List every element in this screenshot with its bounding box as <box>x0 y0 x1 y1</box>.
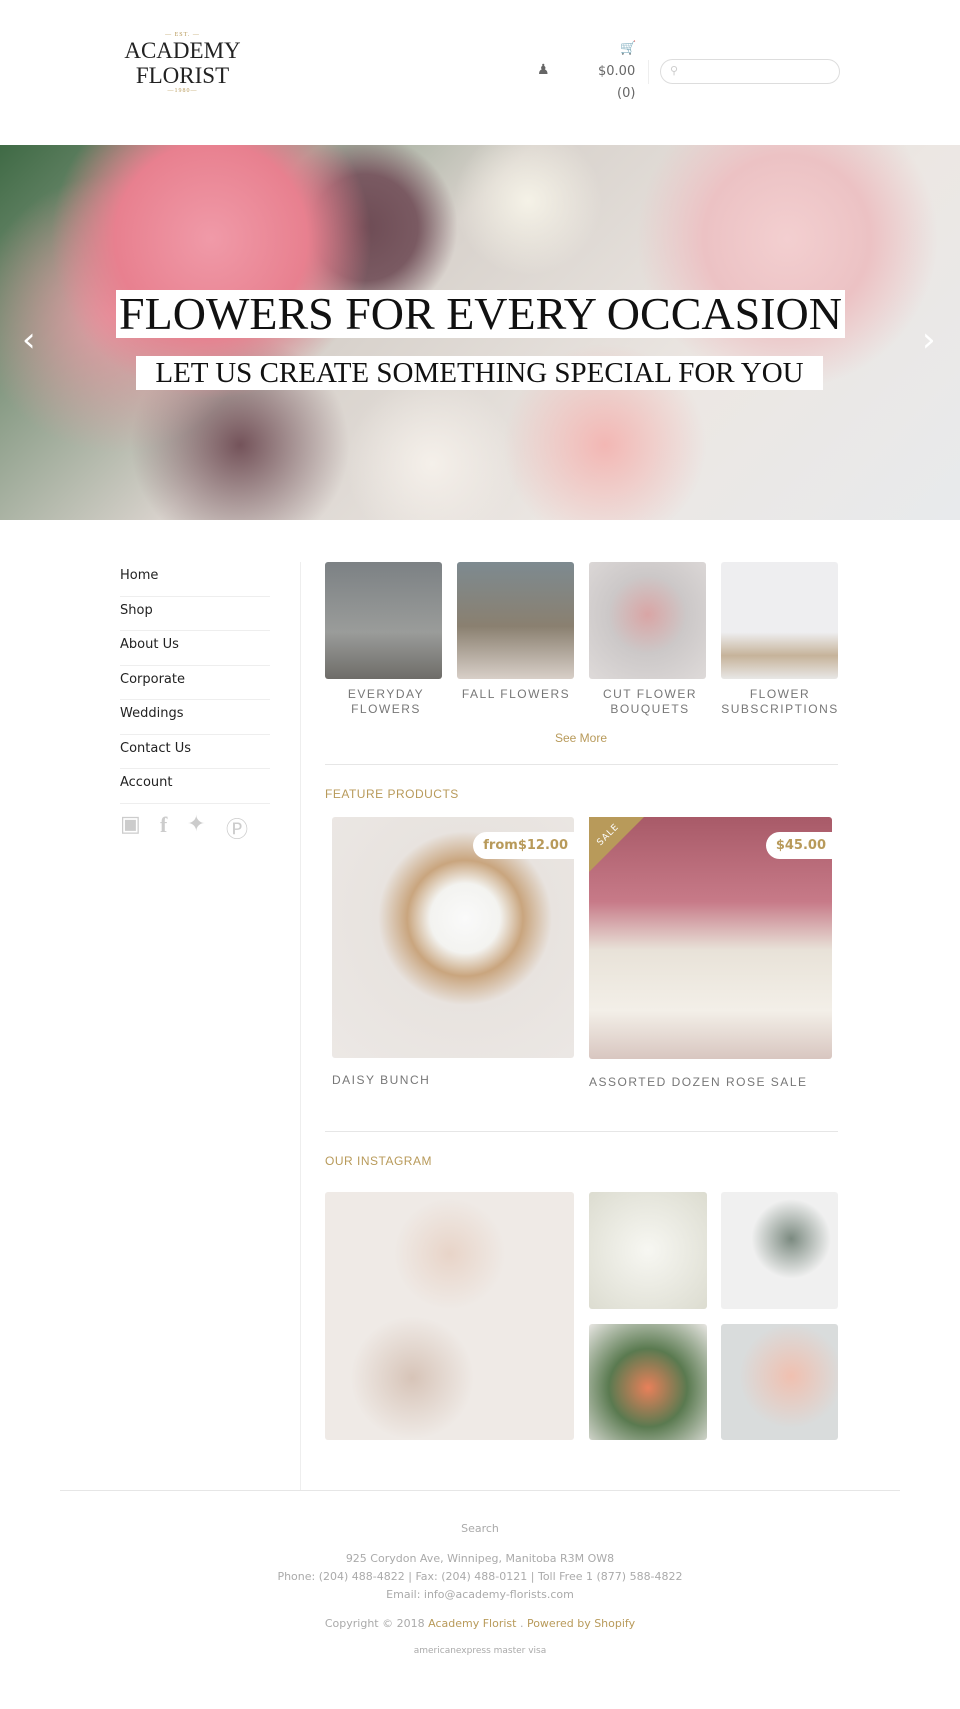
instagram-photo[interactable] <box>589 1192 707 1309</box>
footer-divider <box>60 1490 900 1491</box>
instagram-photo[interactable] <box>325 1192 574 1440</box>
product-name[interactable]: ASSORTED DOZEN ROSE SALE <box>589 1075 808 1089</box>
logo[interactable]: — EST. — ACADEMY FLORIST —1980— <box>120 32 245 94</box>
footer-search-link[interactable]: Search <box>0 1522 960 1535</box>
sidebar-item-corporate[interactable]: Corporate <box>120 666 270 700</box>
hero-subtitle: LET US CREATE SOMETHING SPECIAL FOR YOU <box>136 356 823 390</box>
pinterest-icon[interactable]: Ⓟ <box>226 812 248 844</box>
divider <box>648 60 649 84</box>
category-label[interactable]: EVERYDAY FLOWERS <box>320 687 452 717</box>
divider <box>300 562 301 1490</box>
sidebar-item-account[interactable]: Account <box>120 769 270 804</box>
category-label[interactable]: FALL FLOWERS <box>450 687 582 702</box>
facebook-icon[interactable]: f <box>160 812 167 838</box>
instagram-icon[interactable]: ▣ <box>120 812 141 837</box>
store-link[interactable]: Academy Florist <box>428 1617 516 1630</box>
hero-title: FLOWERS FOR EVERY OCCASION <box>116 290 845 338</box>
category-label[interactable]: FLOWER SUBSCRIPTIONS <box>714 687 846 717</box>
sidebar-item-home[interactable]: Home <box>120 562 270 597</box>
divider <box>325 1131 838 1132</box>
section-title: FEATURE PRODUCTS <box>325 787 459 801</box>
search-icon: ⚲ <box>670 64 679 77</box>
footer-email: Email: info@academy-florists.com <box>386 1588 574 1601</box>
cart-count[interactable]: (0) <box>617 86 635 101</box>
category-image[interactable] <box>589 562 706 679</box>
see-more-link[interactable]: See More <box>555 731 607 745</box>
sidebar-item-weddings[interactable]: Weddings <box>120 700 270 735</box>
sidebar-item-contact[interactable]: Contact Us <box>120 735 270 769</box>
instagram-photo[interactable] <box>721 1192 838 1309</box>
divider <box>325 764 838 765</box>
footer-phone: Phone: (204) 488-4822 | Fax: (204) 488-0… <box>277 1570 683 1583</box>
category-image[interactable] <box>721 562 838 679</box>
sidebar-item-about[interactable]: About Us <box>120 631 270 666</box>
account-icon[interactable]: ♟ <box>537 62 550 78</box>
category-label[interactable]: CUT FLOWER BOUQUETS <box>584 687 716 717</box>
footer-address: 925 Corydon Ave, Winnipeg, Manitoba R3M … <box>345 1552 615 1565</box>
instagram-photo[interactable] <box>721 1324 838 1440</box>
sidebar-item-shop[interactable]: Shop <box>120 597 270 631</box>
category-image[interactable] <box>325 562 442 679</box>
section-title: OUR INSTAGRAM <box>325 1154 432 1168</box>
cart-icon[interactable]: 🛒 <box>620 41 636 56</box>
twitter-icon[interactable]: ✦ <box>187 812 205 837</box>
prev-slide-icon[interactable]: ‹ <box>22 320 36 360</box>
instagram-photo[interactable] <box>589 1324 707 1440</box>
cart-total[interactable]: $0.00 <box>598 64 635 79</box>
footer-copyright: Copyright © 2018 Academy Florist . Power… <box>324 1617 636 1630</box>
payment-icons: americanexpress master visa <box>413 1646 547 1656</box>
powered-by-link[interactable]: Powered by Shopify <box>527 1617 635 1630</box>
next-slide-icon[interactable]: › <box>922 320 936 360</box>
category-image[interactable] <box>457 562 574 679</box>
product-price: from$12.00 <box>473 832 574 859</box>
search-input[interactable]: ⚲ <box>660 59 840 84</box>
product-price: $45.00 <box>765 832 832 859</box>
product-name[interactable]: DAISY BUNCH <box>332 1073 430 1087</box>
